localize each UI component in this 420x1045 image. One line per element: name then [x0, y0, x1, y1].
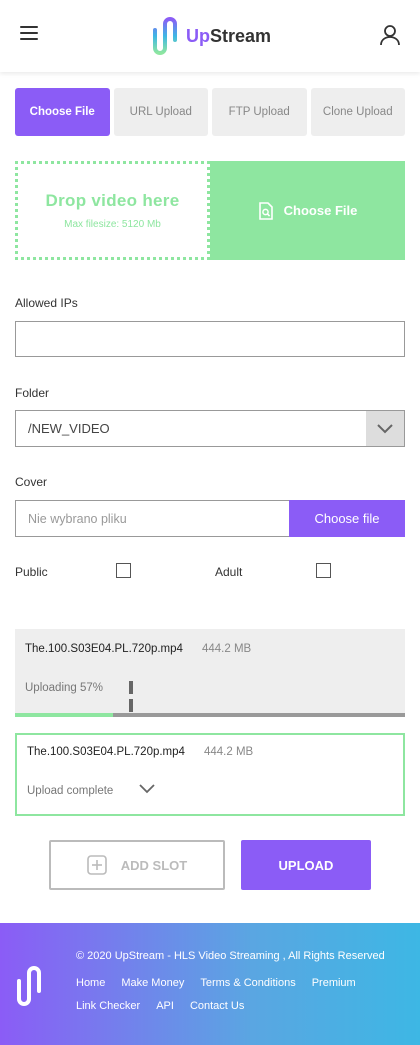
footer-links: Home Make Money Terms & Conditions Premi… [76, 977, 406, 1012]
public-checkbox[interactable] [116, 563, 131, 578]
plus-square-icon [86, 855, 107, 875]
chevron-down-icon[interactable] [366, 411, 404, 446]
copyright-text: © 2020 UpStream - HLS Video Streaming , … [76, 950, 385, 962]
upload-item-in-progress: The.100.S03E04.PL.720p.mp4 444.2 MB Uplo… [15, 629, 405, 717]
logo[interactable]: UpStream [150, 14, 271, 58]
tab-url-upload[interactable]: URL Upload [113, 88, 208, 136]
tab-ftp-upload[interactable]: FTP Upload [212, 88, 307, 136]
complete-status: Upload complete [27, 785, 114, 797]
footer: © 2020 UpStream - HLS Video Streaming , … [0, 923, 420, 1045]
footer-link-premium[interactable]: Premium [312, 977, 356, 989]
chevron-down-icon[interactable] [139, 784, 155, 794]
upstream-logo-icon [17, 966, 41, 1006]
cover-choose-file-button[interactable]: Choose file [289, 500, 405, 537]
footer-link-contact-us[interactable]: Contact Us [190, 1000, 244, 1012]
upload-progress-bar [15, 713, 405, 717]
footer-link-link-checker[interactable]: Link Checker [76, 1000, 140, 1012]
tab-choose-file[interactable]: Choose File [15, 88, 110, 136]
folder-label: Folder [15, 386, 50, 400]
upload-button[interactable]: UPLOAD [241, 840, 371, 890]
footer-link-make-money[interactable]: Make Money [121, 977, 184, 989]
pause-icon[interactable] [129, 681, 141, 712]
adult-checkbox[interactable] [316, 563, 331, 578]
upload-progress-fill [15, 713, 113, 717]
add-slot-button[interactable]: ADD SLOT [49, 840, 225, 890]
public-label: Public [15, 565, 48, 579]
choose-file-label: Choose File [283, 203, 358, 218]
adult-label: Adult [215, 565, 243, 579]
user-icon[interactable] [380, 24, 400, 46]
max-filesize-text: Max filesize: 5120 Mb [64, 219, 161, 230]
menu-icon[interactable] [20, 26, 38, 42]
choose-file-button[interactable]: Choose File [210, 161, 405, 260]
drop-zone[interactable]: Drop video here Max filesize: 5120 Mb [15, 161, 210, 260]
cover-file-input[interactable]: Nie wybrano pliku [15, 500, 290, 537]
upload-method-tabs: Choose File URL Upload FTP Upload Clone … [15, 88, 405, 136]
complete-file-size: 444.2 MB [204, 746, 254, 758]
upload-file-name: The.100.S03E04.PL.720p.mp4 [25, 643, 183, 655]
allowed-ips-input[interactable] [15, 321, 405, 357]
complete-file-name: The.100.S03E04.PL.720p.mp4 [27, 746, 185, 758]
tab-clone-upload[interactable]: Clone Upload [310, 88, 405, 136]
cover-label: Cover [15, 475, 48, 489]
footer-link-api[interactable]: API [156, 1000, 174, 1012]
file-search-icon [258, 201, 273, 220]
app-header: UpStream [0, 0, 420, 72]
add-slot-label: ADD SLOT [120, 857, 188, 873]
drop-zone-title: Drop video here [45, 191, 180, 210]
upload-file-size: 444.2 MB [202, 643, 252, 655]
upstream-logo-icon [153, 17, 177, 55]
allowed-ips-label: Allowed IPs [15, 296, 78, 310]
footer-link-home[interactable]: Home [76, 977, 105, 989]
footer-link-terms[interactable]: Terms & Conditions [200, 977, 295, 989]
upload-status: Uploading 57% [25, 682, 104, 694]
logo-text: UpStream [186, 25, 272, 46]
upload-item-complete: The.100.S03E04.PL.720p.mp4 444.2 MB Uplo… [15, 733, 405, 816]
folder-value: /NEW_VIDEO [28, 421, 110, 436]
folder-select[interactable]: /NEW_VIDEO [15, 410, 405, 447]
